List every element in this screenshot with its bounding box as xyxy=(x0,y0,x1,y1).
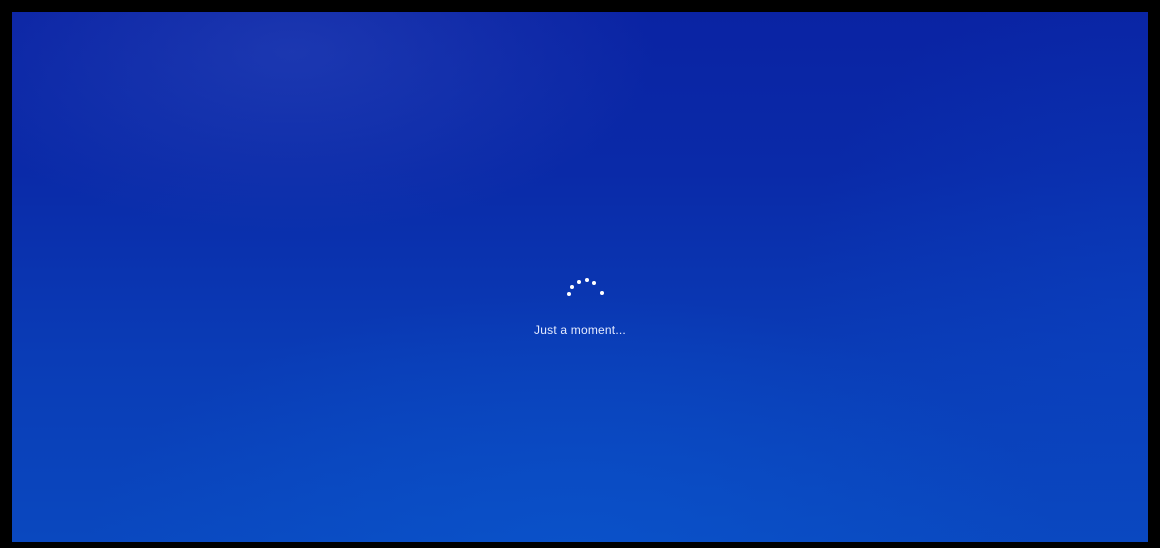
spinner-dot xyxy=(570,285,574,289)
monitor-frame: Just a moment... xyxy=(0,0,1160,548)
spinning-dots-icon xyxy=(557,271,607,301)
spinner-dot xyxy=(600,291,604,295)
spinner-dot xyxy=(577,280,581,284)
spinner-dot xyxy=(592,281,596,285)
loading-message: Just a moment... xyxy=(534,323,626,337)
boot-screen: Just a moment... xyxy=(12,12,1148,542)
spinner-dot xyxy=(585,278,589,282)
spinner-dot xyxy=(567,292,571,296)
